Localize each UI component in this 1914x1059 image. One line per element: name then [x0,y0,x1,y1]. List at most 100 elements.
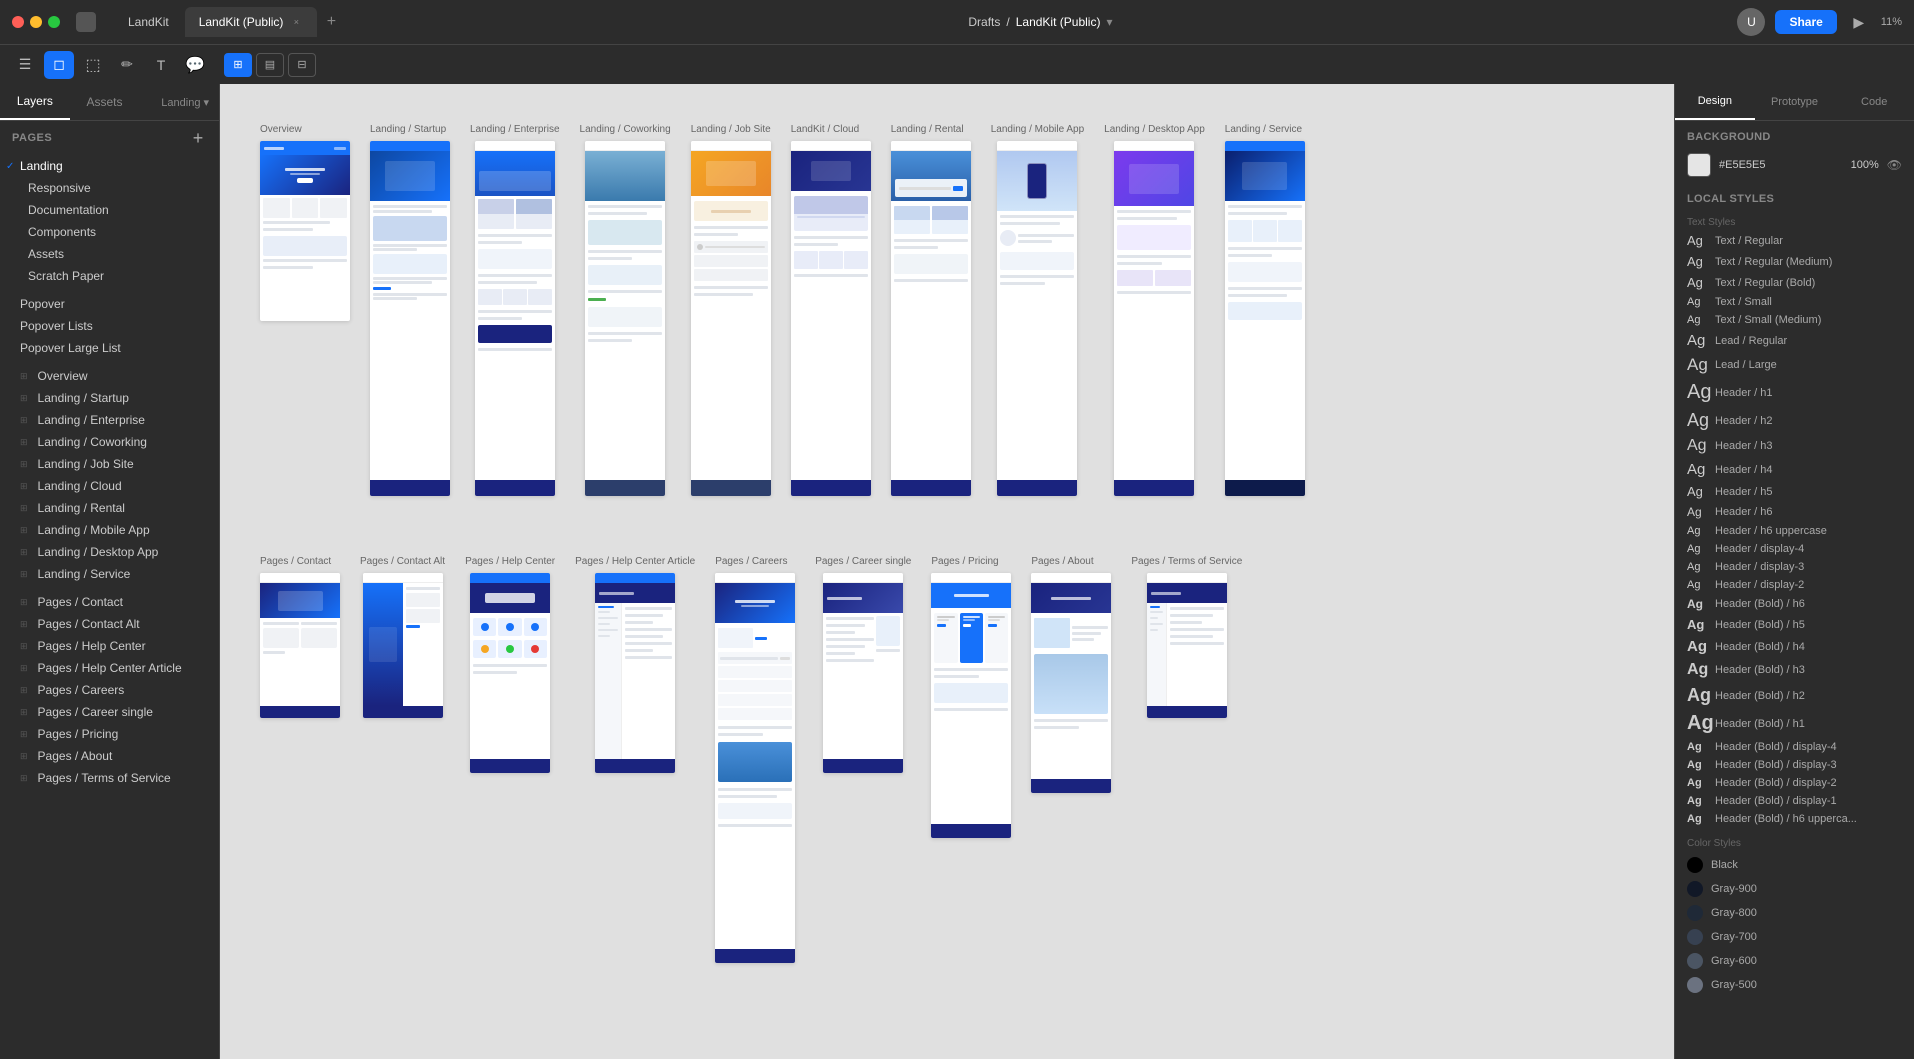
frame-thumb-terms[interactable] [1147,573,1227,718]
style-text-small[interactable]: Ag Text / Small [1675,293,1914,311]
grid-view-button[interactable]: ⊞ [224,53,252,77]
page-item-popover-lists[interactable]: Popover Lists [0,315,219,337]
component-tool[interactable]: ⬚ [78,51,108,79]
page-item-landing-jobsite[interactable]: ⊞ Landing / Job Site [0,453,219,475]
frame-tool[interactable]: ◻ [44,51,74,79]
tab-close-button[interactable]: × [289,15,303,29]
frame-thumb-rental[interactable] [891,141,971,496]
style-text-regular-bold[interactable]: Ag Text / Regular (Bold) [1675,272,1914,293]
page-item-pages-pricing[interactable]: ⊞ Pages / Pricing [0,723,219,745]
frame-thumb-about[interactable] [1031,573,1111,793]
page-item-documentation[interactable]: Documentation [0,199,219,221]
page-item-assets[interactable]: Assets [0,243,219,265]
page-item-landing-enterprise[interactable]: ⊞ Landing / Enterprise [0,409,219,431]
background-hex-value[interactable]: #E5E5E5 [1719,159,1835,171]
style-lead-large[interactable]: Ag Lead / Large [1675,352,1914,378]
tab-landkit-public[interactable]: LandKit (Public) × [185,7,318,37]
maximize-button[interactable] [48,16,60,28]
style-header-bold-h3[interactable]: Ag Header (Bold) / h3 [1675,658,1914,682]
style-header-bold-display4[interactable]: Ag Header (Bold) / display-4 [1675,738,1914,756]
close-button[interactable] [12,16,24,28]
frame-thumb-contact[interactable] [260,573,340,718]
page-item-landing-mobile[interactable]: ⊞ Landing / Mobile App [0,519,219,541]
frame-thumb-career-single[interactable] [823,573,903,773]
style-header-bold-h6[interactable]: Ag Header (Bold) / h6 [1675,594,1914,614]
page-item-pages-about[interactable]: ⊞ Pages / About [0,745,219,767]
page-item-landing-coworking[interactable]: ⊞ Landing / Coworking [0,431,219,453]
page-item-pages-help-center-article[interactable]: ⊞ Pages / Help Center Article [0,657,219,679]
list-view-button[interactable]: ▤ [256,53,284,77]
style-header-bold-h6-upperca[interactable]: Ag Header (Bold) / h6 upperca... [1675,810,1914,828]
assets-tab[interactable]: Assets [70,84,140,120]
frame-thumb-pricing[interactable] [931,573,1011,838]
page-item-landing-startup[interactable]: ⊞ Landing / Startup [0,387,219,409]
page-item-landing[interactable]: Landing [0,155,219,177]
color-style-gray900[interactable]: Gray-900 [1675,877,1914,901]
page-item-landing-cloud[interactable]: ⊞ Landing / Cloud [0,475,219,497]
frame-thumb-jobsite[interactable] [691,141,771,496]
style-header-bold-h5[interactable]: Ag Header (Bold) / h5 [1675,614,1914,635]
page-item-pages-help-center[interactable]: ⊞ Pages / Help Center [0,635,219,657]
style-header-bold-display2[interactable]: Ag Header (Bold) / display-2 [1675,774,1914,792]
background-visibility-toggle[interactable]: 👁 [1887,158,1902,172]
avatar[interactable]: U [1737,8,1765,36]
style-header-bold-h2[interactable]: Ag Header (Bold) / h2 [1675,682,1914,709]
landing-page-indicator[interactable]: Landing ▾ [161,96,209,109]
page-item-pages-career-single[interactable]: ⊞ Pages / Career single [0,701,219,723]
page-item-landing-rental[interactable]: ⊞ Landing / Rental [0,497,219,519]
page-item-landing-service[interactable]: ⊞ Landing / Service [0,563,219,585]
frame-thumb-desktop[interactable] [1114,141,1194,496]
design-tab[interactable]: Design [1675,84,1755,120]
canvas[interactable]: Overview [220,84,1674,1059]
zoom-level[interactable]: 11% [1881,16,1902,28]
color-style-black[interactable]: Black [1675,853,1914,877]
breadcrumb-chevron-icon[interactable]: ▾ [1106,15,1112,29]
style-header-bold-h4[interactable]: Ag Header (Bold) / h4 [1675,635,1914,658]
page-item-scratch-paper[interactable]: Scratch Paper [0,265,219,287]
color-style-gray600[interactable]: Gray-600 [1675,949,1914,973]
style-header-display4[interactable]: Ag Header / display-4 [1675,540,1914,558]
add-page-button[interactable]: + [189,129,207,147]
frame-thumb-service[interactable] [1225,141,1305,496]
color-style-gray500[interactable]: Gray-500 [1675,973,1914,997]
style-header-bold-display1[interactable]: Ag Header (Bold) / display-1 [1675,792,1914,810]
page-item-pages-contact[interactable]: ⊞ Pages / Contact [0,591,219,613]
comment-tool[interactable]: 💬 [180,51,210,79]
share-button[interactable]: Share [1775,10,1836,34]
style-lead-regular[interactable]: Ag Lead / Regular [1675,329,1914,352]
frame-thumb-cloud[interactable] [791,141,871,496]
pen-tool[interactable]: ✏ [112,51,142,79]
style-header-h6[interactable]: Ag Header / h6 [1675,502,1914,522]
frame-thumb-startup[interactable] [370,141,450,496]
tab-landkit-inactive[interactable]: LandKit [114,7,183,37]
page-item-pages-careers[interactable]: ⊞ Pages / Careers [0,679,219,701]
page-item-popover-large-list[interactable]: Popover Large List [0,337,219,359]
frame-thumb-coworking[interactable] [585,141,665,496]
style-header-display3[interactable]: Ag Header / display-3 [1675,558,1914,576]
color-style-gray700[interactable]: Gray-700 [1675,925,1914,949]
style-header-bold-display3[interactable]: Ag Header (Bold) / display-3 [1675,756,1914,774]
frame-thumb-help-center[interactable] [470,573,550,773]
page-item-popover[interactable]: Popover [0,293,219,315]
frame-thumb-mobile[interactable] [997,141,1077,496]
color-style-gray800[interactable]: Gray-800 [1675,901,1914,925]
page-item-responsive[interactable]: Responsive [0,177,219,199]
background-opacity-value[interactable]: 100% [1843,159,1879,171]
layers-tab[interactable]: Layers [0,84,70,120]
style-header-bold-h1[interactable]: Ag Header (Bold) / h1 [1675,709,1914,738]
style-text-regular[interactable]: Ag Text / Regular [1675,230,1914,251]
style-text-small-medium[interactable]: Ag Text / Small (Medium) [1675,311,1914,329]
style-header-h4[interactable]: Ag Header / h4 [1675,458,1914,481]
frame-thumb-help-article[interactable] [595,573,675,773]
style-header-h5[interactable]: Ag Header / h5 [1675,481,1914,502]
breadcrumb-current[interactable]: LandKit (Public) [1016,15,1101,29]
prototype-tab[interactable]: Prototype [1755,84,1835,120]
background-color-swatch[interactable] [1687,153,1711,177]
page-item-pages-contact-alt[interactable]: ⊞ Pages / Contact Alt [0,613,219,635]
style-header-h2[interactable]: Ag Header / h2 [1675,407,1914,434]
text-tool[interactable]: T [146,51,176,79]
play-icon[interactable]: ▶ [1847,10,1871,34]
tab-add-button[interactable]: + [319,10,343,34]
style-header-h6-uppercase[interactable]: Ag Header / h6 uppercase [1675,522,1914,540]
page-item-landing-desktop[interactable]: ⊞ Landing / Desktop App [0,541,219,563]
